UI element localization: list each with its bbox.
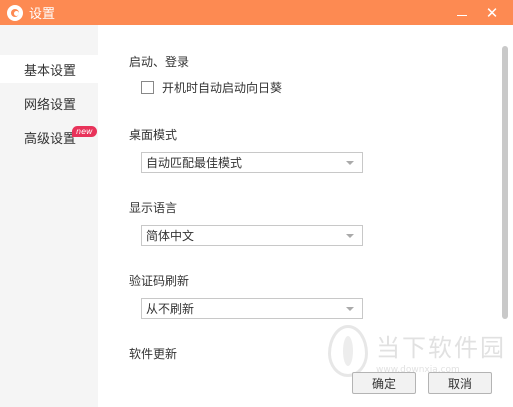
vertical-scrollbar[interactable] bbox=[502, 46, 508, 319]
sidebar-item-basic[interactable]: 基本设置 bbox=[0, 55, 98, 83]
language-label: 显示语言 bbox=[129, 201, 178, 215]
language-select[interactable]: 简体中文 bbox=[141, 225, 363, 246]
desktop-mode-value: 自动匹配最佳模式 bbox=[146, 156, 243, 170]
ok-button[interactable]: 确定 bbox=[352, 372, 416, 394]
app-logo-icon bbox=[7, 4, 23, 21]
title-bar: 设置 ✕ bbox=[0, 0, 513, 25]
close-button[interactable]: ✕ bbox=[477, 0, 507, 25]
chevron-down-icon bbox=[346, 161, 354, 165]
minimize-button[interactable] bbox=[447, 0, 477, 25]
sidebar-item-label: 网络设置 bbox=[24, 97, 77, 113]
minimize-icon bbox=[457, 15, 467, 16]
close-icon: ✕ bbox=[485, 3, 499, 22]
captcha-refresh-label: 验证码刷新 bbox=[129, 274, 190, 288]
language-value: 简体中文 bbox=[146, 229, 195, 243]
autostart-option[interactable]: 开机时自动启动向日葵 bbox=[141, 79, 282, 96]
chevron-down-icon bbox=[346, 234, 354, 238]
autostart-label: 开机时自动启动向日葵 bbox=[162, 81, 283, 95]
sidebar-item-label: 基本设置 bbox=[24, 63, 77, 79]
window-title: 设置 bbox=[29, 7, 56, 22]
startup-section-label: 启动、登录 bbox=[129, 55, 190, 69]
sidebar-item-label: 高级设置 bbox=[24, 131, 77, 147]
desktop-mode-label: 桌面模式 bbox=[129, 128, 178, 142]
autostart-checkbox[interactable] bbox=[141, 81, 154, 94]
settings-sidebar: 基本设置 网络设置 高级设置 new bbox=[0, 25, 98, 407]
sidebar-item-advanced[interactable]: 高级设置 new bbox=[0, 123, 98, 151]
watermark-text: 当下软件园 bbox=[376, 333, 506, 362]
sidebar-item-network[interactable]: 网络设置 bbox=[0, 89, 98, 117]
desktop-mode-select[interactable]: 自动匹配最佳模式 bbox=[141, 152, 363, 173]
new-badge: new bbox=[72, 126, 97, 137]
software-update-label: 软件更新 bbox=[129, 347, 178, 361]
cancel-button[interactable]: 取消 bbox=[428, 372, 492, 394]
chevron-down-icon bbox=[346, 307, 354, 311]
watermark-logo-icon bbox=[328, 325, 368, 377]
captcha-refresh-value: 从不刷新 bbox=[146, 302, 195, 316]
